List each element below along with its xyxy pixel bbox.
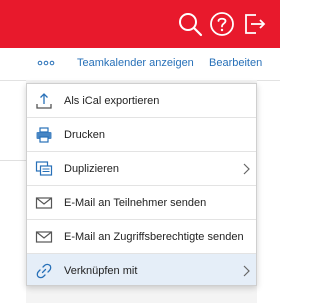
content-right-panel bbox=[257, 80, 280, 303]
menu-item-duplizieren[interactable]: Duplizieren bbox=[27, 152, 256, 186]
menu-item-label: Duplizieren bbox=[64, 163, 120, 175]
menu-item-label: Als iCal exportieren bbox=[64, 95, 160, 107]
bearbeiten-link[interactable]: Bearbeiten bbox=[209, 56, 262, 70]
mail-icon bbox=[35, 231, 53, 243]
chevron-right-icon bbox=[243, 163, 250, 175]
export-upload-icon bbox=[36, 93, 52, 109]
more-horizontal-icon[interactable] bbox=[37, 56, 55, 70]
menu-item-label: E-Mail an Teilnehmer senden bbox=[64, 197, 207, 209]
content-divider bbox=[0, 160, 26, 161]
content-left-panel bbox=[0, 80, 26, 303]
menu-item-ical-export[interactable]: Als iCal exportieren bbox=[27, 84, 256, 118]
toolbar: Teamkalender anzeigen Bearbeiten bbox=[0, 48, 280, 80]
logout-icon[interactable] bbox=[242, 11, 268, 37]
help-icon[interactable] bbox=[209, 11, 235, 37]
mail-icon bbox=[35, 197, 53, 209]
teamkalender-anzeigen-link[interactable]: Teamkalender anzeigen bbox=[77, 56, 194, 70]
menu-item-drucken[interactable]: Drucken bbox=[27, 118, 256, 152]
menu-item-label: E-Mail an Zugriffsberechtigte senden bbox=[64, 231, 244, 243]
link-icon bbox=[36, 263, 52, 279]
chevron-right-icon bbox=[243, 265, 250, 277]
menu-item-label: Verknüpfen mit bbox=[64, 265, 138, 277]
search-icon[interactable] bbox=[177, 11, 203, 37]
duplicate-icon bbox=[35, 161, 53, 176]
printer-icon bbox=[36, 127, 52, 143]
app-header bbox=[0, 0, 280, 48]
more-actions-menu: Als iCal exportieren Drucken Duplizieren… bbox=[26, 83, 257, 286]
menu-item-label: Drucken bbox=[64, 129, 105, 141]
menu-item-mail-teilnehmer[interactable]: E-Mail an Teilnehmer senden bbox=[27, 186, 256, 220]
menu-item-mail-zugriffsberechtigte[interactable]: E-Mail an Zugriffsberechtigte senden bbox=[27, 220, 256, 254]
menu-item-verknuepfen[interactable]: Verknüpfen mit bbox=[27, 254, 256, 285]
